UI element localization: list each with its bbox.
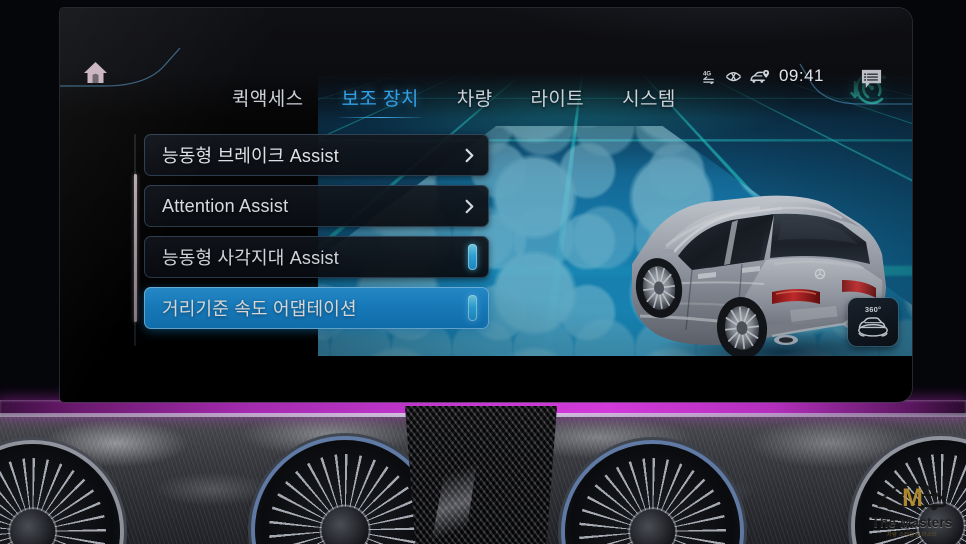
menu-item-distance-speed-adaptation[interactable]: 거리기준 속도 어댑테이션 (144, 287, 489, 329)
watermark-car-icon: M (875, 480, 949, 514)
camera-360-label: 360° (864, 305, 882, 315)
tab-quick-access[interactable]: 퀵액세스 (230, 84, 306, 118)
network-4g-icon: 4G (701, 69, 718, 84)
car-location-icon (749, 69, 770, 84)
menu-item-label: 능동형 브레이크 Assist (162, 146, 339, 166)
surround-view-car-icon (858, 316, 888, 337)
watermark-logo: M The Masters 차량 스타일링 마스터 (862, 452, 962, 538)
screenshot-root: M The Masters 차량 스타일링 마스터 360° 능동형 브레이크 … (0, 0, 966, 544)
home-button[interactable] (68, 50, 122, 94)
watermark-subtitle: 차량 스타일링 마스터 (886, 532, 938, 538)
carbon-fiber-trim (405, 406, 557, 544)
bluetooth-wifi-icon (725, 69, 742, 83)
watermark-monogram: M (902, 484, 923, 512)
tab-vehicle[interactable]: 차량 (455, 84, 495, 118)
tab-assistance-systems[interactable]: 보조 장치 (339, 84, 421, 118)
tab-system[interactable]: 시스템 (620, 84, 678, 118)
surround-view-button[interactable]: 360° (848, 298, 898, 346)
menu-scrollbar-thumb[interactable] (133, 174, 137, 322)
menu-item-label: Attention Assist (162, 195, 289, 216)
messages-button[interactable] (848, 58, 894, 98)
svg-text:4G: 4G (703, 70, 711, 77)
menu-item-attention-assist[interactable]: Attention Assist (144, 185, 489, 227)
menu-item-active-brake-assist[interactable]: 능동형 브레이크 Assist (144, 134, 489, 176)
menu-item-blind-spot-assist[interactable]: 능동형 사각지대 Assist (144, 236, 489, 278)
menu-item-label: 거리기준 속도 어댑테이션 (162, 299, 357, 319)
main-nav-tabs: 퀵액세스 보조 장치 차량 라이트 시스템 (230, 84, 678, 118)
tab-lights[interactable]: 라이트 (529, 84, 587, 118)
status-clock: 09:41 (778, 66, 824, 85)
chevron-right-icon (461, 197, 477, 215)
watermark-title: The Masters (871, 515, 953, 530)
status-bar: 4G 09:41 (701, 66, 824, 86)
menu-item-label: 능동형 사각지대 Assist (162, 248, 339, 268)
toggle-indicator[interactable] (468, 244, 477, 270)
toggle-indicator[interactable] (468, 295, 477, 321)
chevron-right-icon (461, 146, 477, 164)
message-bubble-icon (861, 69, 881, 88)
menu-scrollbar-track[interactable] (133, 134, 137, 346)
assistance-menu-list: 능동형 브레이크 Assist Attention Assist 능동형 사각지… (144, 134, 489, 329)
home-icon (83, 61, 107, 83)
infotainment-screen: 360° 능동형 브레이크 Assist Attention Assist 능동… (60, 8, 912, 402)
